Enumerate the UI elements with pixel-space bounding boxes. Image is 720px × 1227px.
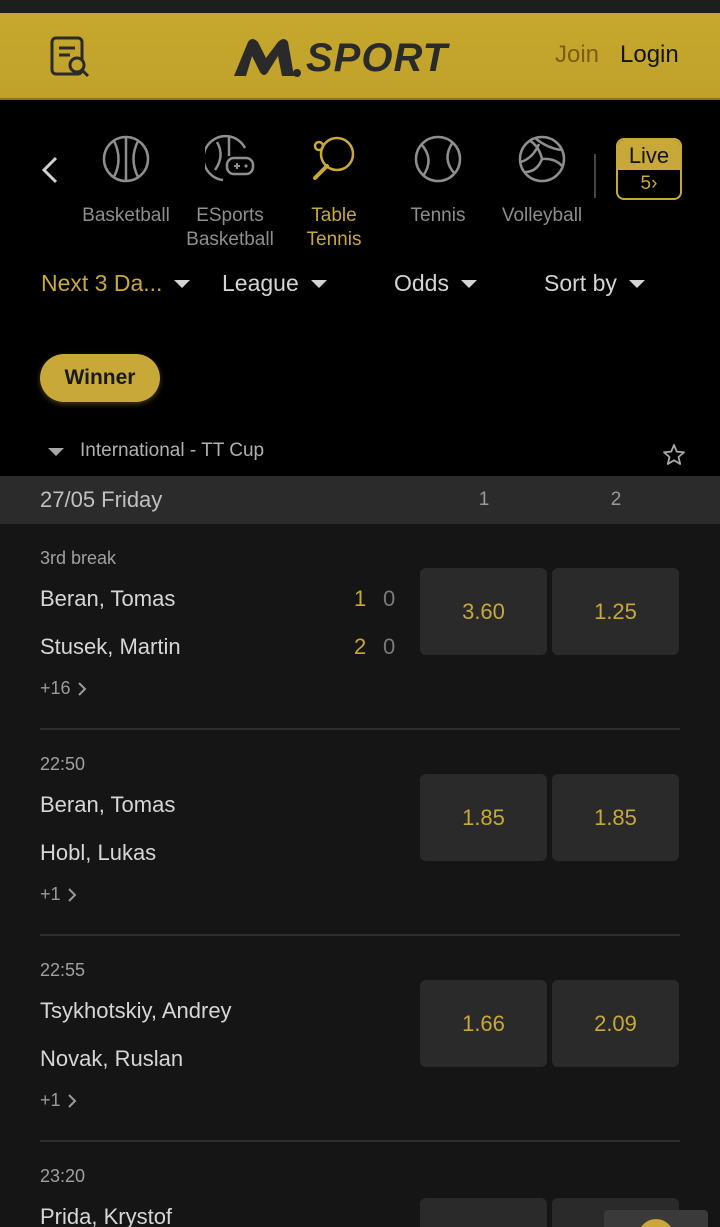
collapse-caret-icon[interactable] [48,448,64,456]
home-set-score: 1 [354,586,367,611]
team-home: Prida, Krystof [40,1204,173,1227]
column-header-2: 2 [610,489,622,510]
tennis-icon [414,135,462,183]
odds-button-away[interactable]: 1.25 [552,568,679,655]
away-game-score: 0 [383,634,396,659]
sport-basketball[interactable]: Basketball [71,134,181,228]
sort-filter-label: Sort by [544,270,617,296]
top-header: SPORT Join Login [0,13,720,100]
sport-esports-basketball[interactable]: ESports Basketball [175,134,285,252]
odds-button-home[interactable]: 1.85 [420,774,547,861]
odds-button-away[interactable]: 2.09 [552,980,679,1067]
sport-label-line1: Table [311,205,357,226]
sport-label: Tennis [410,205,466,226]
date-header: 27/05 Friday 1 2 [0,476,720,524]
date-range-dropdown[interactable]: Next 3 Da... [41,270,191,297]
login-link[interactable]: Login [620,41,679,69]
sport-volleyball[interactable]: Volleyball [487,134,597,228]
document-search-icon [50,36,90,78]
live-label: Live [618,140,680,170]
favorite-star-icon[interactable] [662,443,686,467]
esports-basketball-icon [205,134,255,182]
more-markets-link[interactable]: +1 [40,1090,79,1111]
sort-dropdown[interactable]: Sort by [544,270,645,297]
join-link[interactable]: Join [555,41,599,69]
league-header[interactable]: International - TT Cup [0,425,720,476]
chevron-right-icon [67,887,76,902]
date-label: 27/05 Friday [40,487,163,512]
filter-bar: Next 3 Da... League Odds Sort by [0,250,720,320]
match-row[interactable]: 22:55 Tsykhotskiy, Andrey Novak, Ruslan … [0,936,720,1142]
caret-down-icon [310,279,327,288]
m-logo-icon [234,39,301,77]
league-name: International - TT Cup [80,440,265,461]
team-home: Beran, Tomas [40,792,176,817]
betslip-badge [638,1219,674,1227]
chevron-right-icon [77,681,86,696]
caret-down-icon [460,279,477,288]
column-header-1: 1 [478,489,490,510]
match-time: 22:50 [40,754,86,774]
basketball-icon [102,135,150,183]
sport-label: Table Tennis [279,204,389,252]
chevron-right-icon [67,1093,76,1108]
team-home: Beran, Tomas [40,586,176,611]
sport-label: Basketball [82,205,170,226]
match-row[interactable]: 3rd break Beran, Tomas Stusek, Martin 1 … [0,524,720,730]
match-row[interactable]: 22:50 Beran, Tomas Hobl, Lukas 1.85 1.85… [0,730,720,936]
team-away: Novak, Ruslan [40,1046,184,1071]
sport-label: ESports Basketball [175,204,285,252]
winner-market-pill[interactable]: Winner [40,354,160,402]
volleyball-icon [518,135,566,183]
odds-dropdown[interactable]: Odds [394,270,477,297]
more-markets-count: +16 [40,678,71,698]
odds-button-home[interactable]: 3.60 [420,568,547,655]
sport-table-tennis[interactable]: Table Tennis [279,134,389,252]
caret-down-icon [174,279,191,288]
sport-label-line2: Tennis [306,229,362,250]
sports-selector: Basketball ESports Basketball Table Tennis… [0,100,720,250]
msport-logo[interactable]: SPORT [232,35,448,81]
odds-button-away[interactable]: 1.85 [552,774,679,861]
caret-down-icon [628,279,645,288]
match-time: 22:55 [40,960,86,980]
league-dropdown[interactable]: League [222,270,327,297]
league-filter-label: League [222,270,299,296]
live-button[interactable]: Live 5› [616,138,682,200]
sport-label-line2: Basketball [186,229,274,250]
sport-label-line1: ESports [196,205,264,226]
table-tennis-icon [313,136,355,180]
team-away: Stusek, Martin [40,634,181,659]
odds-filter-label: Odds [394,270,449,296]
odds-button-home[interactable]: 1.66 [420,980,547,1067]
chevron-left-icon [41,156,58,184]
logo-text: SPORT [306,35,449,80]
more-markets-count: +1 [40,1090,61,1110]
more-markets-link[interactable]: +1 [40,884,79,905]
sport-tennis[interactable]: Tennis [383,134,493,228]
sport-label: Volleyball [501,205,583,226]
match-status: 3rd break [40,548,117,568]
floating-betslip-button[interactable] [604,1210,708,1227]
bet-search-button[interactable] [48,35,92,79]
date-range-label: Next 3 Da... [41,270,163,296]
back-button[interactable] [36,152,64,188]
divider [594,154,596,198]
more-markets-link[interactable]: +16 [40,678,89,699]
team-home: Tsykhotskiy, Andrey [40,998,232,1023]
market-selector: Winner [0,320,720,425]
home-game-score: 0 [383,586,396,611]
away-set-score: 2 [354,634,367,659]
team-away: Hobl, Lukas [40,840,157,865]
more-markets-count: +1 [40,884,61,904]
live-count: 5› [640,173,658,194]
status-bar [0,0,720,13]
odds-button-home[interactable] [420,1198,547,1227]
match-time: 23:20 [40,1166,86,1186]
